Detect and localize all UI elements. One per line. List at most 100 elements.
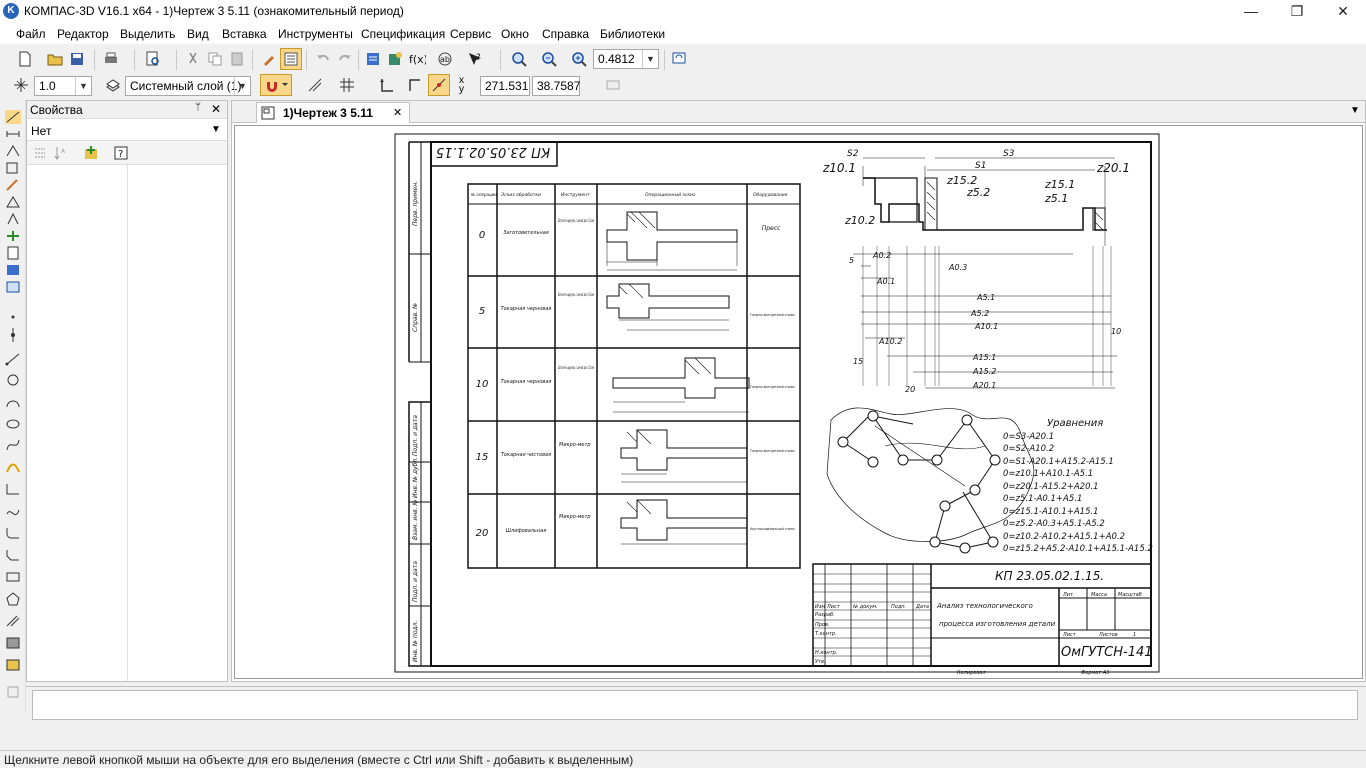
chevron-down-icon[interactable]: ▼ [234,77,250,95]
parametric-icon[interactable] [602,74,624,96]
menu-service[interactable]: Сервис [450,27,491,41]
polygon-icon[interactable] [5,592,21,606]
equidistant-icon[interactable] [5,460,21,474]
menu-select[interactable]: Выделить [120,27,175,41]
minimize-button[interactable]: — [1228,0,1274,24]
snap-magnet-icon[interactable] [260,74,292,96]
layer-field[interactable]: Системный слой (1) ▼ [125,76,251,96]
aux-line-icon[interactable] [5,328,21,342]
menu-help[interactable]: Справка [542,27,589,41]
manager-icon[interactable] [362,48,384,70]
close-icon[interactable]: ✕ [393,106,402,119]
menu-window[interactable]: Окно [501,27,529,41]
measure-tool-icon[interactable] [5,195,21,209]
op-15-equip: Токарно-винторезный станок [750,448,796,453]
ellipse-icon[interactable] [5,417,21,431]
new-document-icon[interactable] [14,48,36,70]
orthogonal-mode-icon[interactable] [404,74,426,96]
chevron-down-icon[interactable]: ▼ [642,50,658,68]
op-15-tool: Микро-метр [559,442,591,448]
coord-y-field[interactable]: 38.7587 [532,76,580,96]
close-icon[interactable]: ✕ [211,102,221,116]
zoom-window-icon[interactable] [508,48,530,70]
nurbs-icon[interactable] [5,504,21,518]
menu-editor[interactable]: Редактор [57,27,109,41]
menu-file[interactable]: Файл [16,27,46,41]
preview-icon[interactable] [142,48,164,70]
snaps-icon[interactable] [428,74,450,96]
chamfer-icon[interactable] [5,548,21,562]
zoom-in-icon[interactable] [568,48,590,70]
layer-icon[interactable] [102,74,124,96]
ortho-icon[interactable] [304,74,326,96]
chevron-down-icon[interactable]: ▼ [211,124,221,135]
paste-icon[interactable] [226,48,248,70]
select-tool-icon[interactable] [5,212,21,226]
print-icon[interactable] [100,48,122,70]
label-S2: S2 [847,149,859,159]
sort-alpha-icon[interactable]: A [53,145,69,164]
circle-icon[interactable] [5,373,21,387]
document-area: 1)Чертеж 3 5.11 ✕ ▼ Перв. примен. Справ.… [231,100,1366,682]
color-fill-icon[interactable] [5,658,21,672]
menu-view[interactable]: Вид [187,27,209,41]
designations-icon[interactable] [5,144,21,158]
extra-tools-icon[interactable] [5,685,21,699]
menu-libraries[interactable]: Библиотеки [600,27,665,41]
command-input-area[interactable] [32,690,1358,720]
coord-x-field[interactable]: 271.531 [480,76,530,96]
edit-icon[interactable] [5,161,21,175]
stamp-row-approved: Утв. [815,659,826,665]
dimensions-icon[interactable] [5,127,21,141]
add-property-icon[interactable] [83,145,99,164]
equation-9: 0=z10.2-A10.2+A15.1+A0.2 [1003,532,1125,542]
contour-icon[interactable] [5,482,21,496]
arc-icon[interactable] [5,395,21,409]
redo-icon[interactable] [334,48,356,70]
maximize-button[interactable]: ❐ [1274,0,1320,24]
refresh-view-icon[interactable] [668,48,690,70]
chevron-down-icon[interactable]: ▼ [75,77,91,95]
menu-specification[interactable]: Спецификация [361,27,445,41]
variables-icon[interactable]: f(x) [406,48,428,70]
menu-insert[interactable]: Вставка [222,27,267,41]
cut-icon[interactable] [182,48,204,70]
undo-icon[interactable] [312,48,334,70]
drawing-canvas[interactable]: Перв. примен. Справ. № Подп. и дата Инв.… [234,125,1363,679]
measure-icon[interactable]: ab [434,48,456,70]
zoom-field[interactable]: 0.4812 ▼ [593,49,659,69]
grid-icon[interactable] [336,74,358,96]
format-brush-icon[interactable] [258,48,280,70]
bezier-icon[interactable] [5,438,21,452]
local-cs-icon[interactable] [376,74,398,96]
fragment-tool-icon[interactable] [5,280,21,294]
copy-icon[interactable] [204,48,226,70]
snap-step-icon[interactable] [10,74,32,96]
properties-toggle-icon[interactable] [280,48,302,70]
sort-category-icon[interactable] [33,145,49,164]
geometry-icon[interactable] [5,110,21,124]
pin-icon[interactable]: ᛘ [195,102,201,113]
document-tab[interactable]: 1)Чертеж 3 5.11 ✕ [256,102,410,123]
fill-icon[interactable] [5,636,21,650]
step-field[interactable]: 1.0 ▼ [34,76,92,96]
spec-tool-icon[interactable] [5,229,21,243]
help-pointer-icon[interactable]: ? [464,48,486,70]
rectangle-icon[interactable] [5,570,21,584]
hatch-icon[interactable] [5,614,21,628]
parametrization-icon[interactable] [5,178,21,192]
fillet-icon[interactable] [5,526,21,540]
zoom-all-icon[interactable] [538,48,560,70]
menu-tools[interactable]: Инструменты [278,27,353,41]
open-folder-icon[interactable] [44,48,66,70]
segment-icon[interactable] [5,352,21,366]
help-icon[interactable]: ? [113,145,129,164]
report-tool-icon[interactable] [5,246,21,260]
object-selector[interactable]: Нет ▼ [27,121,227,141]
library-manager-icon[interactable] [384,48,406,70]
tab-list-chevron-icon[interactable]: ▼ [1350,105,1360,116]
save-icon[interactable] [66,48,88,70]
close-button[interactable]: ✕ [1320,0,1366,24]
insert-tool-icon[interactable] [5,263,21,277]
point-icon[interactable] [5,310,21,324]
